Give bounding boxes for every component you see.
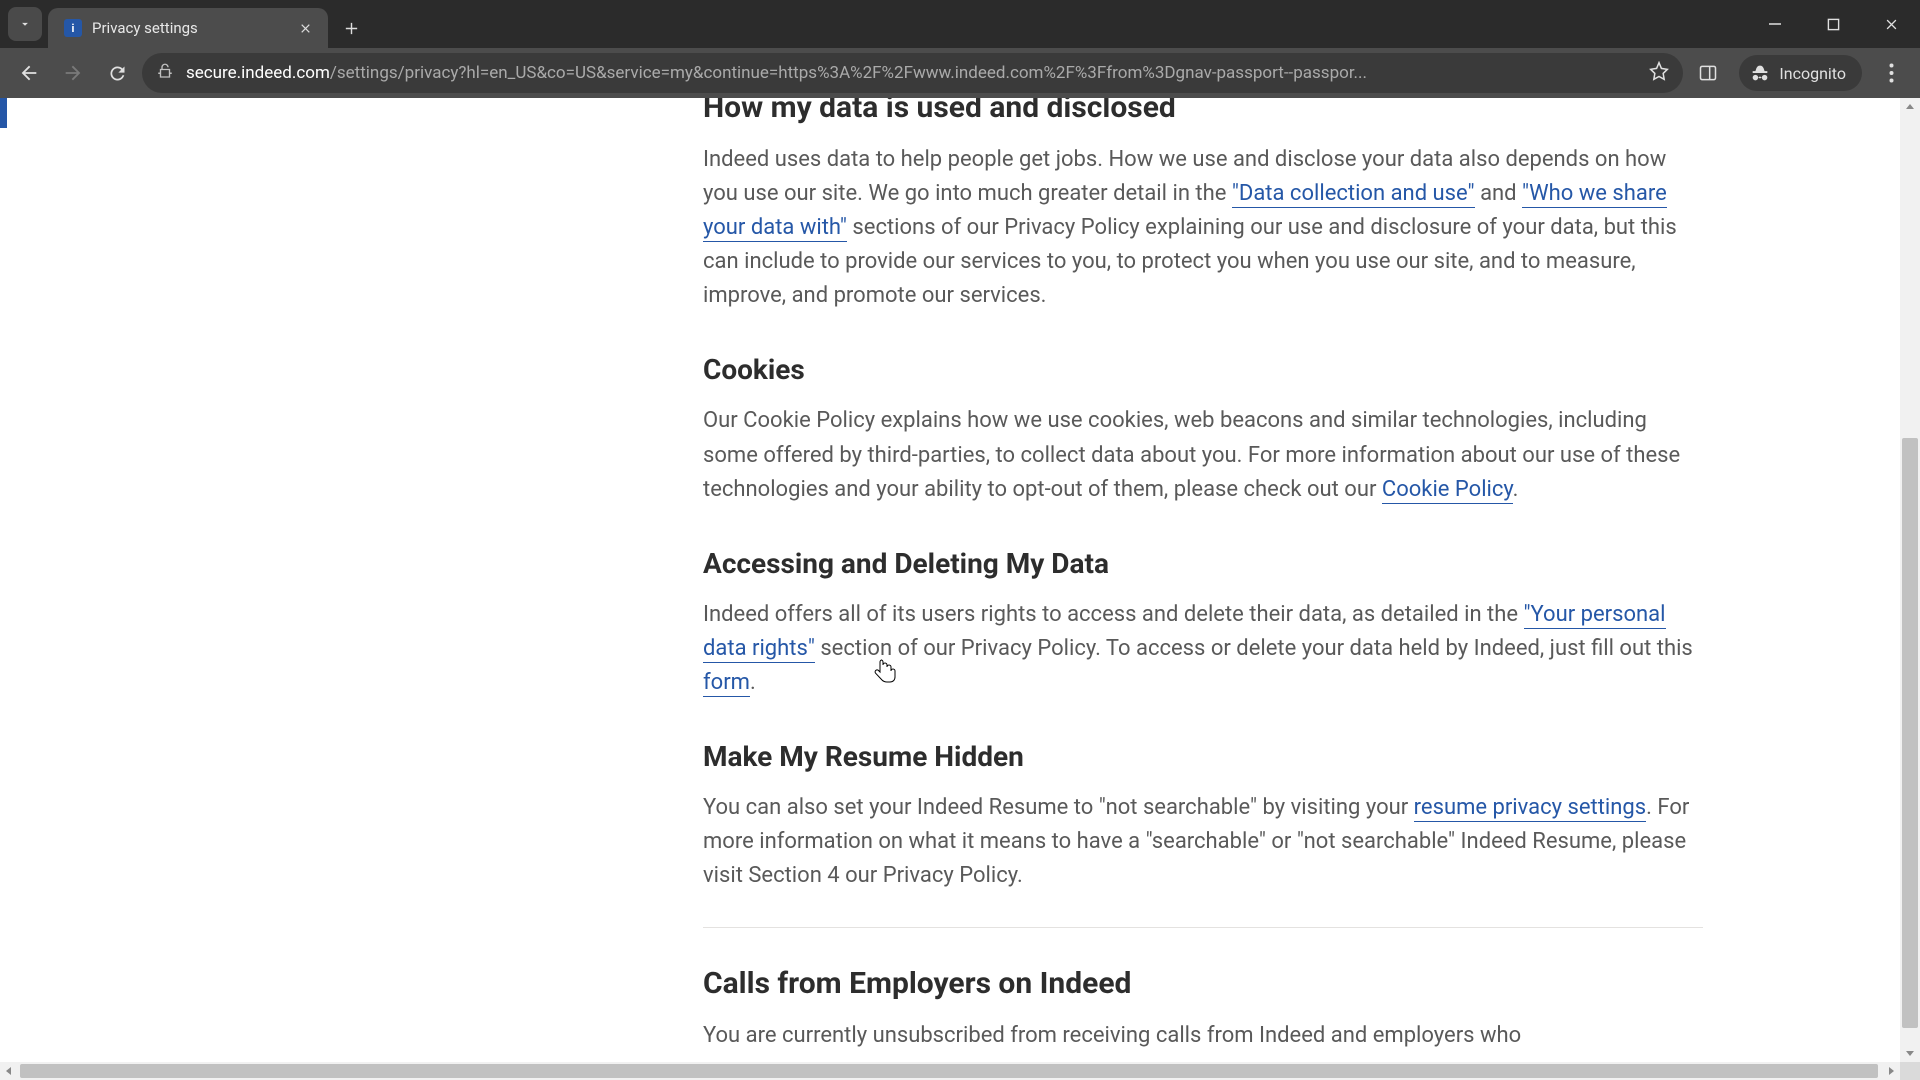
section-divider [703, 927, 1703, 928]
accent-stripe [0, 98, 7, 128]
back-button[interactable] [10, 54, 48, 92]
kebab-icon [1889, 63, 1894, 83]
section-title-calls: Calls from Employers on Indeed [703, 966, 1703, 1001]
forward-button[interactable] [54, 54, 92, 92]
window-controls [1746, 0, 1920, 48]
horizontal-scroll-thumb[interactable] [20, 1064, 1878, 1078]
new-tab-button[interactable] [334, 11, 368, 45]
site-info-icon[interactable] [156, 62, 174, 85]
chevron-up-icon [1905, 102, 1915, 112]
section-body-cookies: Our Cookie Policy explains how we use co… [703, 404, 1703, 506]
horizontal-scrollbar[interactable] [0, 1062, 1900, 1080]
browser-toolbar: secure.indeed.com/settings/privacy?hl=en… [0, 48, 1920, 98]
chevron-right-icon [1886, 1066, 1896, 1076]
close-icon [299, 22, 312, 35]
vertical-scrollbar[interactable] [1900, 98, 1920, 1062]
arrow-left-icon [18, 62, 40, 84]
minimize-icon [1768, 17, 1782, 31]
arrow-right-icon [62, 62, 84, 84]
section-title-data-used: How my data is used and disclosed [703, 98, 1703, 125]
section-title-cookies: Cookies [703, 353, 1703, 386]
side-panel-button[interactable] [1689, 54, 1727, 92]
scroll-up-button[interactable] [1900, 98, 1920, 116]
tab-title: Privacy settings [92, 19, 286, 37]
vertical-scroll-thumb[interactable] [1902, 438, 1918, 1028]
star-icon [1649, 61, 1669, 81]
chevron-down-icon [18, 17, 32, 31]
chevron-down-icon [1905, 1048, 1915, 1058]
section-body-resume: You can also set your Indeed Resume to "… [703, 791, 1703, 893]
browser-menu-button[interactable] [1872, 54, 1910, 92]
link-data-collection[interactable]: "Data collection and use" [1232, 181, 1475, 208]
browser-tab[interactable]: i Privacy settings [48, 8, 328, 48]
scroll-corner [1900, 1062, 1920, 1080]
incognito-label: Incognito [1779, 64, 1846, 83]
tab-search-dropdown[interactable] [8, 7, 42, 41]
chevron-left-icon [4, 1066, 14, 1076]
incognito-icon [1749, 62, 1771, 84]
close-window-button[interactable] [1862, 0, 1920, 48]
section-title-accessing: Accessing and Deleting My Data [703, 547, 1703, 580]
tab-strip: i Privacy settings [0, 0, 1920, 48]
reload-icon [107, 63, 128, 84]
section-body-accessing: Indeed offers all of its users rights to… [703, 598, 1703, 700]
link-form[interactable]: form [703, 670, 750, 697]
tab-close-button[interactable] [296, 19, 314, 37]
close-icon [1884, 17, 1899, 32]
address-bar[interactable]: secure.indeed.com/settings/privacy?hl=en… [142, 53, 1683, 93]
panel-icon [1698, 63, 1718, 83]
scroll-down-button[interactable] [1900, 1044, 1920, 1062]
maximize-icon [1827, 18, 1840, 31]
page-content: How my data is used and disclosed Indeed… [0, 98, 1920, 1080]
plus-icon [343, 20, 360, 37]
url-text: secure.indeed.com/settings/privacy?hl=en… [186, 63, 1637, 83]
minimize-button[interactable] [1746, 0, 1804, 48]
incognito-badge[interactable]: Incognito [1739, 55, 1862, 91]
link-cookie-policy[interactable]: Cookie Policy [1382, 477, 1513, 504]
section-body-data-used: Indeed uses data to help people get jobs… [703, 143, 1703, 313]
scroll-left-button[interactable] [0, 1062, 18, 1080]
reload-button[interactable] [98, 54, 136, 92]
tab-favicon-icon: i [64, 19, 82, 37]
maximize-button[interactable] [1804, 0, 1862, 48]
scroll-right-button[interactable] [1882, 1062, 1900, 1080]
link-resume-privacy[interactable]: resume privacy settings [1414, 795, 1646, 822]
section-title-resume: Make My Resume Hidden [703, 740, 1703, 773]
section-body-calls: You are currently unsubscribed from rece… [703, 1019, 1703, 1053]
bookmark-button[interactable] [1649, 61, 1669, 86]
